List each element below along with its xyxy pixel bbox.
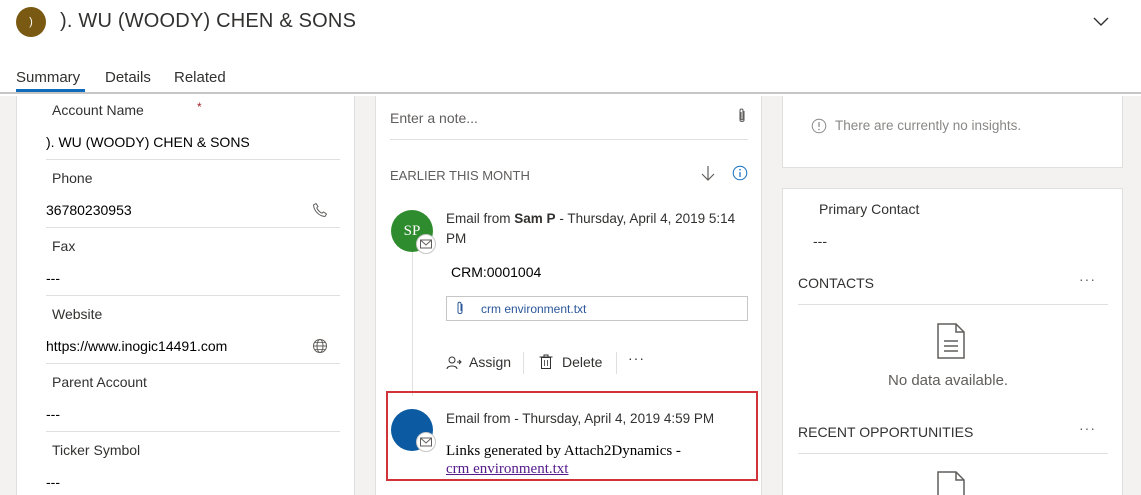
account-avatar: ) [16, 7, 46, 37]
field-value[interactable]: ). WU (WOODY) CHEN & SONS [46, 134, 250, 150]
delete-icon [539, 354, 553, 369]
tab-related[interactable]: Related [174, 69, 226, 86]
required-marker: * [197, 100, 202, 114]
field-label: Phone [52, 170, 93, 186]
email-body-text: Links generated by Attach2Dynamics - [446, 443, 681, 459]
timeline-item-header: Email from - Thursday, April 4, 2019 4:5… [446, 411, 715, 426]
attachment-name[interactable]: crm environment.txt [481, 302, 586, 316]
field-label: Ticker Symbol [52, 442, 141, 458]
email-date: - Thursday, April 4, 2019 5:14 [559, 211, 736, 226]
field-value[interactable]: --- [46, 270, 60, 286]
attachment-link[interactable]: crm environment.txt [446, 461, 568, 477]
assign-button[interactable]: Assign [469, 354, 511, 370]
field-value[interactable]: 36780230953 [46, 202, 132, 218]
primary-contact-label: Primary Contact [819, 201, 920, 217]
info-icon[interactable] [732, 165, 748, 181]
phone-field[interactable]: Phone 36780230953 [46, 160, 340, 228]
document-icon [937, 323, 965, 359]
attachment[interactable]: crm environment.txt [446, 296, 748, 321]
tab-bar: Summary Details Related [0, 58, 1141, 94]
page-title: ). WU (WOODY) CHEN & SONS [60, 10, 357, 32]
primary-contact-value[interactable]: --- [813, 233, 827, 249]
email-body: Links generated by Attach2Dynamics - crm… [446, 442, 681, 478]
more-actions-button[interactable]: ··· [628, 350, 645, 366]
contacts-section-header: CONTACTS ··· [798, 271, 1108, 305]
paperclip-icon [457, 301, 463, 314]
note-input[interactable]: Enter a note... [390, 106, 748, 140]
chevron-down-icon[interactable] [1092, 12, 1110, 30]
account-name-field[interactable]: Account Name * ). WU (WOODY) CHEN & SONS [46, 96, 340, 160]
divider [523, 352, 524, 374]
parent-account-field[interactable]: Parent Account --- [46, 364, 340, 432]
insights-card: There are currently no insights. [782, 96, 1123, 168]
fax-field[interactable]: Fax --- [46, 228, 340, 296]
field-value[interactable]: --- [46, 406, 60, 422]
record-header: ) ). WU (WOODY) CHEN & SONS [0, 0, 1141, 58]
contacts-more-button[interactable]: ··· [1079, 271, 1096, 287]
timeline-line [412, 246, 413, 396]
opportunities-section-header: RECENT OPPORTUNITIES ··· [798, 420, 1108, 454]
field-label: Fax [52, 238, 76, 254]
related-card: Primary Contact --- CONTACTS ··· No data… [782, 188, 1123, 495]
globe-icon[interactable] [312, 338, 328, 354]
field-label: Parent Account [52, 374, 147, 390]
field-label: Website [52, 306, 103, 322]
no-insights-text: There are currently no insights. [835, 118, 1022, 133]
account-info-card: Account Name * ). WU (WOODY) CHEN & SONS… [16, 96, 355, 495]
contacts-title: CONTACTS [798, 275, 874, 291]
document-icon [937, 471, 965, 495]
phone-icon[interactable] [312, 202, 328, 218]
email-date-cont: PM [446, 231, 467, 246]
website-field[interactable]: Website https://www.inogic14491.com [46, 296, 340, 364]
paperclip-icon[interactable] [735, 107, 749, 125]
no-data-text: No data available. [888, 372, 1009, 389]
timeline-card: Enter a note... EARLIER THIS MONTH SP Em… [375, 96, 762, 495]
field-value[interactable]: https://www.inogic14491.com [46, 338, 227, 354]
email-icon [416, 432, 436, 452]
email-sender[interactable]: Sam P [514, 211, 555, 226]
email-icon [416, 234, 436, 254]
tab-details[interactable]: Details [105, 69, 151, 86]
tab-summary[interactable]: Summary [16, 69, 80, 86]
ticker-symbol-field[interactable]: Ticker Symbol --- [46, 432, 340, 495]
field-label: Account Name [52, 102, 144, 118]
active-tab-indicator [16, 89, 85, 92]
email-prefix: Email from [446, 211, 511, 226]
divider [616, 352, 617, 374]
timeline-section-header: EARLIER THIS MONTH [390, 168, 530, 183]
assign-icon [446, 356, 462, 370]
email-subject[interactable]: CRM:0001004 [451, 264, 541, 280]
opportunities-title: RECENT OPPORTUNITIES [798, 424, 974, 440]
timeline-item-header: Email from Sam P - Thursday, April 4, 20… [446, 209, 751, 249]
delete-button[interactable]: Delete [562, 354, 602, 370]
opportunities-more-button[interactable]: ··· [1079, 420, 1096, 436]
sort-down-icon[interactable] [700, 164, 716, 182]
field-value[interactable]: --- [46, 474, 60, 490]
info-icon [811, 118, 827, 134]
